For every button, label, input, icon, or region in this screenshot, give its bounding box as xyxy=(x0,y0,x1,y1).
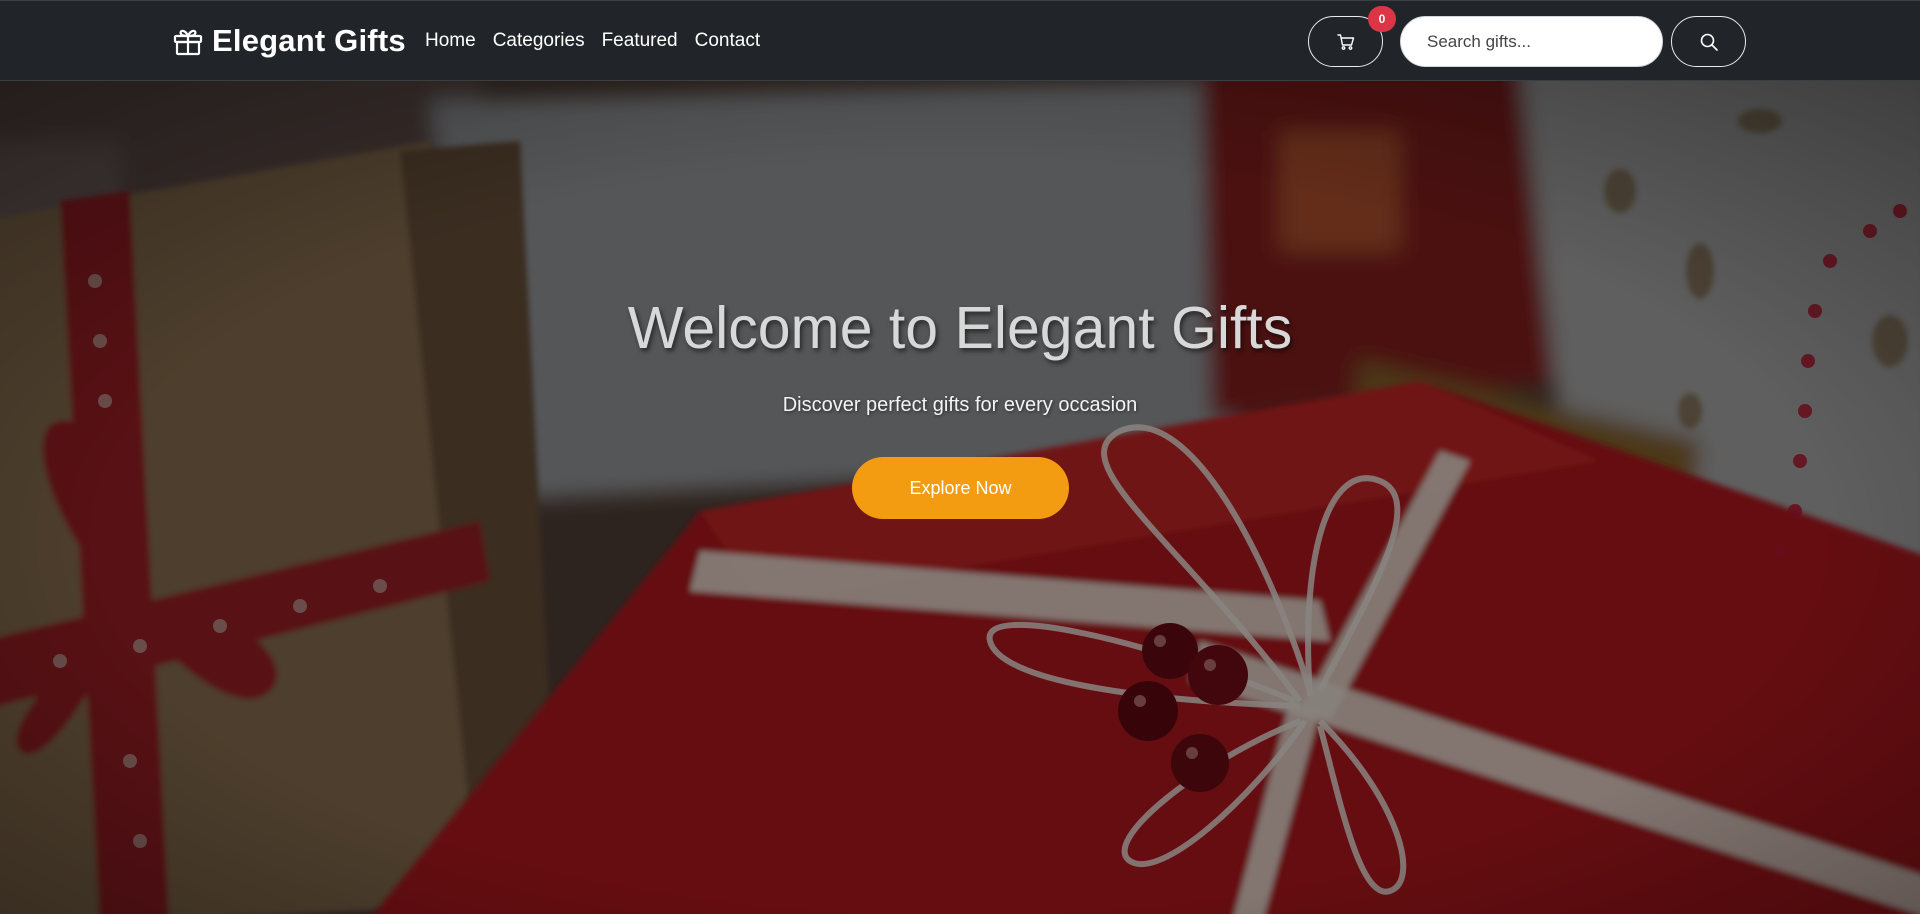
nav-link-home[interactable]: Home xyxy=(425,29,476,53)
nav-link-contact[interactable]: Contact xyxy=(695,29,760,53)
cart-icon xyxy=(1336,33,1354,50)
search-input[interactable] xyxy=(1400,16,1663,67)
search-button[interactable] xyxy=(1671,16,1746,67)
gift-icon xyxy=(173,29,203,56)
navbar: Elegant Gifts Home Categories Featured C… xyxy=(0,0,1920,81)
hero-subtitle: Discover perfect gifts for every occasio… xyxy=(782,394,1138,416)
nav-links: Home Categories Featured Contact xyxy=(425,29,760,53)
hero-title: Welcome to Elegant Gifts xyxy=(627,295,1293,361)
brand-link[interactable]: Elegant Gifts xyxy=(172,21,406,61)
hero-section: Welcome to Elegant Gifts Discover perfec… xyxy=(0,81,1920,914)
explore-now-button[interactable]: Explore Now xyxy=(852,457,1069,519)
search-icon xyxy=(1700,33,1718,51)
brand-name: Elegant Gifts xyxy=(212,23,406,58)
nav-link-featured[interactable]: Featured xyxy=(602,29,678,53)
nav-link-categories[interactable]: Categories xyxy=(493,29,585,53)
cart-count-badge: 0 xyxy=(1368,6,1396,32)
